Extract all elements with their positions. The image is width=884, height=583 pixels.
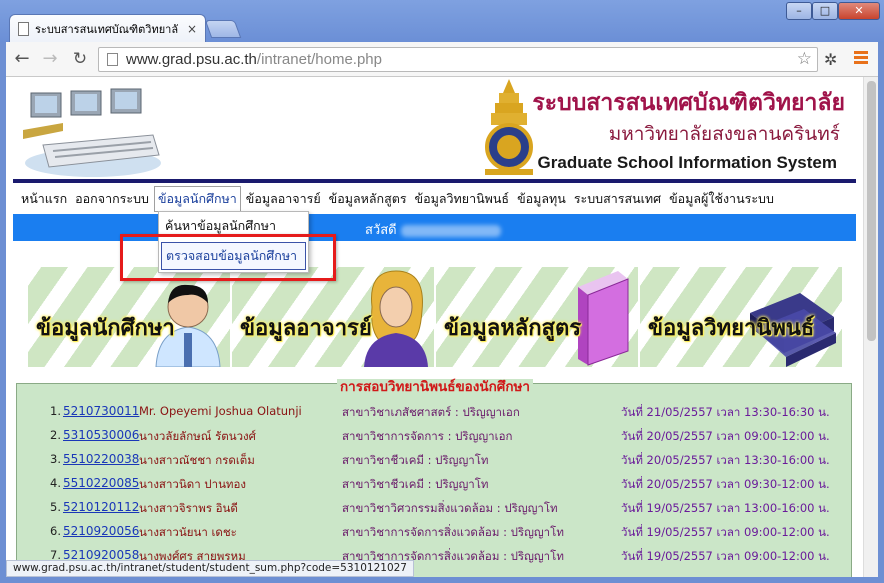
exam-datetime: วันที่ 20/05/2557 เวลา 09:30-12:00 น.	[621, 477, 830, 491]
row-number: 6.	[50, 524, 61, 538]
exam-heading: การสอบวิทยานิพนธ์ของนักศึกษา	[17, 375, 853, 397]
row-number: 5.	[50, 500, 61, 514]
exam-datetime: วันที่ 19/05/2557 เวลา 09:00-12:00 น.	[621, 525, 830, 539]
nav-item-logout[interactable]: ออกจากระบบ	[72, 187, 152, 211]
program-name: สาขาวิชาชีวเคมี : ปริญญาโท	[342, 477, 489, 491]
reload-icon[interactable]: ↻	[68, 48, 92, 70]
student-id-link[interactable]: 5510220038	[63, 452, 139, 466]
forward-icon[interactable]: →	[38, 48, 62, 70]
row-number: 1.	[50, 404, 61, 418]
row-number: 2.	[50, 428, 61, 442]
back-icon[interactable]: ←	[10, 48, 34, 70]
page-content: ระบบสารสนเทศบัณฑิตวิทยาลัย มหาวิทยาลัยสง…	[6, 77, 863, 577]
student-name: นางสาวนิดา ปานทอง	[139, 477, 247, 491]
banner-divider	[13, 179, 856, 183]
exam-datetime: วันที่ 20/05/2557 เวลา 13:30-16:00 น.	[621, 453, 830, 467]
card-student-info[interactable]: ข้อมูลนักศึกษา	[28, 267, 230, 367]
exam-datetime: วันที่ 21/05/2557 เวลา 13:30-16:30 น.	[621, 405, 830, 419]
student-id-link[interactable]: 5310530006	[63, 428, 139, 442]
maximize-button[interactable]: □	[812, 2, 838, 20]
row-number: 3.	[50, 452, 61, 466]
table-row: 6. 5210920056 นางสาวนัยนา เดชะ สาขาวิชาก…	[17, 524, 853, 544]
url-text: www.grad.psu.ac.th/intranet/home.php	[126, 51, 382, 68]
program-name: สาขาวิชาวิศวกรรมสิ่งแวดล้อม : ปริญญาโท	[342, 501, 558, 515]
minimize-button[interactable]: –	[786, 2, 812, 20]
nav-item-advisor-info[interactable]: ข้อมูลอาจารย์	[243, 187, 324, 211]
quick-link-cards: ข้อมูลนักศึกษา ข้อมูลอาจารย์ ข้อมูลหลักส…	[28, 267, 842, 367]
table-row: 3. 5510220038 นางสาวณัชชา กรดเต็ม สาขาวิ…	[17, 452, 853, 472]
page-icon	[107, 53, 118, 66]
student-name: นางสาวจิราพร อินดี	[139, 501, 238, 515]
highlight-annotation-box	[120, 234, 336, 281]
blurred-username	[400, 224, 501, 237]
tab-title: ระบบสารสนเทศบัณฑิตวิทยาลั	[35, 22, 179, 36]
nav-item-users[interactable]: ข้อมูลผู้ใช้งานระบบ	[666, 187, 777, 211]
card-label: ข้อมูลหลักสูตร	[444, 316, 582, 341]
browser-toolbar: ← → ↻ www.grad.psu.ac.th/intranet/home.p…	[6, 42, 878, 77]
status-bar-url: www.grad.psu.ac.th/intranet/student/stud…	[6, 560, 414, 577]
browser-tab[interactable]: ระบบสารสนเทศบัณฑิตวิทยาลั ×	[9, 14, 206, 42]
page-viewport: ระบบสารสนเทศบัณฑิตวิทยาลัย มหาวิทยาลัยสง…	[6, 77, 878, 577]
exam-datetime: วันที่ 19/05/2557 เวลา 09:00-12:00 น.	[621, 549, 830, 563]
student-id-link[interactable]: 5210920056	[63, 524, 139, 538]
nav-item-curriculum[interactable]: ข้อมูลหลักสูตร	[326, 187, 410, 211]
close-window-button[interactable]: ✕	[838, 2, 880, 20]
table-row: 5. 5210120112 นางสาวจิราพร อินดี สาขาวิช…	[17, 500, 853, 520]
student-id-link[interactable]: 5510220085	[63, 476, 139, 490]
window-titlebar: ระบบสารสนเทศบัณฑิตวิทยาลั × – □ ✕	[0, 0, 884, 42]
bookmark-star-icon[interactable]: ☆	[797, 49, 812, 69]
table-row: 1. 5210730011 Mr. Opeyemi Joshua Olatunj…	[17, 404, 853, 424]
new-tab-button[interactable]	[204, 20, 242, 38]
banner-subtitle-th: มหาวิทยาลัยสงขลานครินทร์	[608, 123, 840, 145]
row-number: 4.	[50, 476, 61, 490]
card-label: ข้อมูลนักศึกษา	[36, 316, 175, 341]
program-name: สาขาวิชาชีวเคมี : ปริญญาโท	[342, 453, 489, 467]
thesis-exam-panel: การสอบวิทยานิพนธ์ของนักศึกษา 1. 52107300…	[16, 379, 853, 577]
card-label: ข้อมูลวิทยานิพนธ์	[648, 316, 815, 341]
student-name: นางสาวนัยนา เดชะ	[139, 525, 237, 539]
nav-item-info-system[interactable]: ระบบสารสนเทศ	[571, 187, 664, 211]
main-nav: หน้าแรก ออกจากระบบ ข้อมูลนักศึกษา ข้อมูล…	[18, 186, 779, 212]
card-label: ข้อมูลอาจารย์	[240, 316, 372, 341]
card-advisor-info[interactable]: ข้อมูลอาจารย์	[232, 267, 434, 367]
welcome-text: สวัสดี	[365, 219, 501, 240]
extension-bug-icon[interactable]: ✲	[824, 50, 837, 69]
nav-item-home[interactable]: หน้าแรก	[18, 187, 70, 211]
nav-item-student-info[interactable]: ข้อมูลนักศึกษา	[153, 186, 241, 212]
nav-item-thesis[interactable]: ข้อมูลวิทยานิพนธ์	[412, 187, 513, 211]
address-bar[interactable]: www.grad.psu.ac.th/intranet/home.php ☆	[98, 47, 818, 72]
page-icon	[18, 21, 29, 36]
exam-datetime: วันที่ 20/05/2557 เวลา 09:00-12:00 น.	[621, 429, 830, 443]
computers-logo	[23, 88, 161, 177]
table-row: 4. 5510220085 นางสาวนิดา ปานทอง สาขาวิชา…	[17, 476, 853, 496]
student-id-link[interactable]: 5210730011	[63, 404, 139, 418]
student-name: Mr. Opeyemi Joshua Olatunji	[139, 404, 302, 418]
program-name: สาขาวิชาการจัดการสิ่งแวดล้อม : ปริญญาโท	[342, 525, 564, 539]
nav-item-scholarship[interactable]: ข้อมูลทุน	[514, 187, 569, 211]
banner-title-en: Graduate School Information System	[537, 153, 837, 172]
card-thesis[interactable]: ข้อมูลวิทยานิพนธ์	[640, 267, 842, 367]
program-name: สาขาวิชาการจัดการ : ปริญญาเอก	[342, 429, 513, 443]
program-name: สาขาวิชาเภสัชศาสตร์ : ปริญญาเอก	[342, 405, 520, 419]
site-banner: ระบบสารสนเทศบัณฑิตวิทยาลัย มหาวิทยาลัยสง…	[13, 77, 856, 182]
student-name: นางสาวณัชชา กรดเต็ม	[139, 453, 255, 467]
vertical-scrollbar[interactable]	[863, 77, 878, 577]
card-curriculum[interactable]: ข้อมูลหลักสูตร	[436, 267, 638, 367]
scrollbar-thumb[interactable]	[867, 81, 876, 341]
banner-title-th: ระบบสารสนเทศบัณฑิตวิทยาลัย	[532, 89, 845, 116]
table-row: 2. 5310530006 นางวลัยลักษณ์ รัตนวงศ์ สาข…	[17, 428, 853, 448]
browser-menu-icon[interactable]	[854, 51, 868, 66]
tab-close-icon[interactable]: ×	[187, 22, 197, 36]
student-name: นางวลัยลักษณ์ รัตนวงศ์	[139, 429, 256, 443]
exam-datetime: วันที่ 19/05/2557 เวลา 13:00-16:00 น.	[621, 501, 830, 515]
student-id-link[interactable]: 5210120112	[63, 500, 139, 514]
